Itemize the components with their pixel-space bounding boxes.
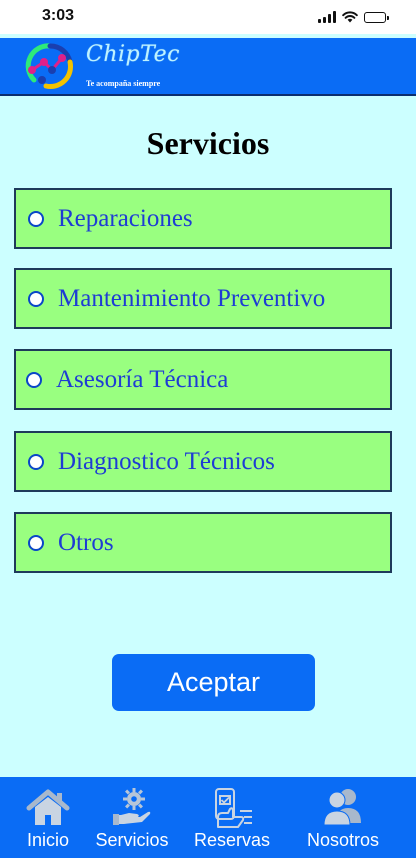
- status-bar: 3:03: [0, 0, 416, 34]
- radio-button[interactable]: [28, 291, 44, 307]
- cellular-signal-icon: [318, 11, 336, 23]
- booking-checklist-icon: [215, 788, 252, 828]
- brand-name: ChipTec: [86, 42, 180, 67]
- option-diagnostico-tecnicos[interactable]: Diagnostico Técnicos: [14, 431, 392, 492]
- bottom-nav: Inicio Servicios Reservas Nosotros: [0, 777, 416, 858]
- page-title: Servicios: [146, 125, 270, 161]
- radio-button[interactable]: [28, 211, 44, 227]
- option-reparaciones[interactable]: Reparaciones: [14, 188, 392, 249]
- radio-button[interactable]: [28, 535, 44, 551]
- chiptec-logo-icon: [25, 43, 73, 89]
- home-icon: [26, 789, 70, 825]
- status-time: 3:03: [42, 7, 75, 24]
- nav-item-inicio[interactable]: Inicio: [16, 777, 80, 858]
- option-label: Asesoría Técnica: [56, 366, 229, 393]
- brand-tagline: Te acompaña siempre: [86, 79, 161, 88]
- nav-item-nosotros[interactable]: Nosotros: [298, 777, 388, 858]
- wifi-icon: [342, 11, 358, 23]
- status-icons: [318, 9, 389, 23]
- option-label: Diagnostico Técnicos: [58, 448, 275, 475]
- accept-button[interactable]: Aceptar: [112, 654, 315, 711]
- app-header: ChipTec Te acompaña siempre: [0, 38, 416, 96]
- service-hand-gear-icon: [113, 788, 151, 825]
- option-label: Reparaciones: [58, 205, 193, 232]
- option-label: Otros: [58, 529, 114, 556]
- nav-label: Nosotros: [306, 830, 380, 850]
- nav-label: Reservas: [193, 830, 271, 850]
- radio-button[interactable]: [28, 454, 44, 470]
- option-otros[interactable]: Otros: [14, 512, 392, 573]
- radio-button[interactable]: [26, 372, 42, 388]
- option-asesoria-tecnica[interactable]: Asesoría Técnica: [14, 349, 392, 410]
- nav-label: Servicios: [95, 830, 169, 850]
- nav-item-reservas[interactable]: Reservas: [188, 777, 276, 858]
- people-icon: [323, 789, 361, 826]
- nav-item-servicios[interactable]: Servicios: [90, 777, 174, 858]
- battery-icon: [364, 12, 389, 23]
- option-mantenimiento-preventivo[interactable]: Mantenimiento Preventivo: [14, 268, 392, 329]
- option-label: Mantenimiento Preventivo: [58, 285, 326, 312]
- nav-label: Inicio: [26, 830, 70, 850]
